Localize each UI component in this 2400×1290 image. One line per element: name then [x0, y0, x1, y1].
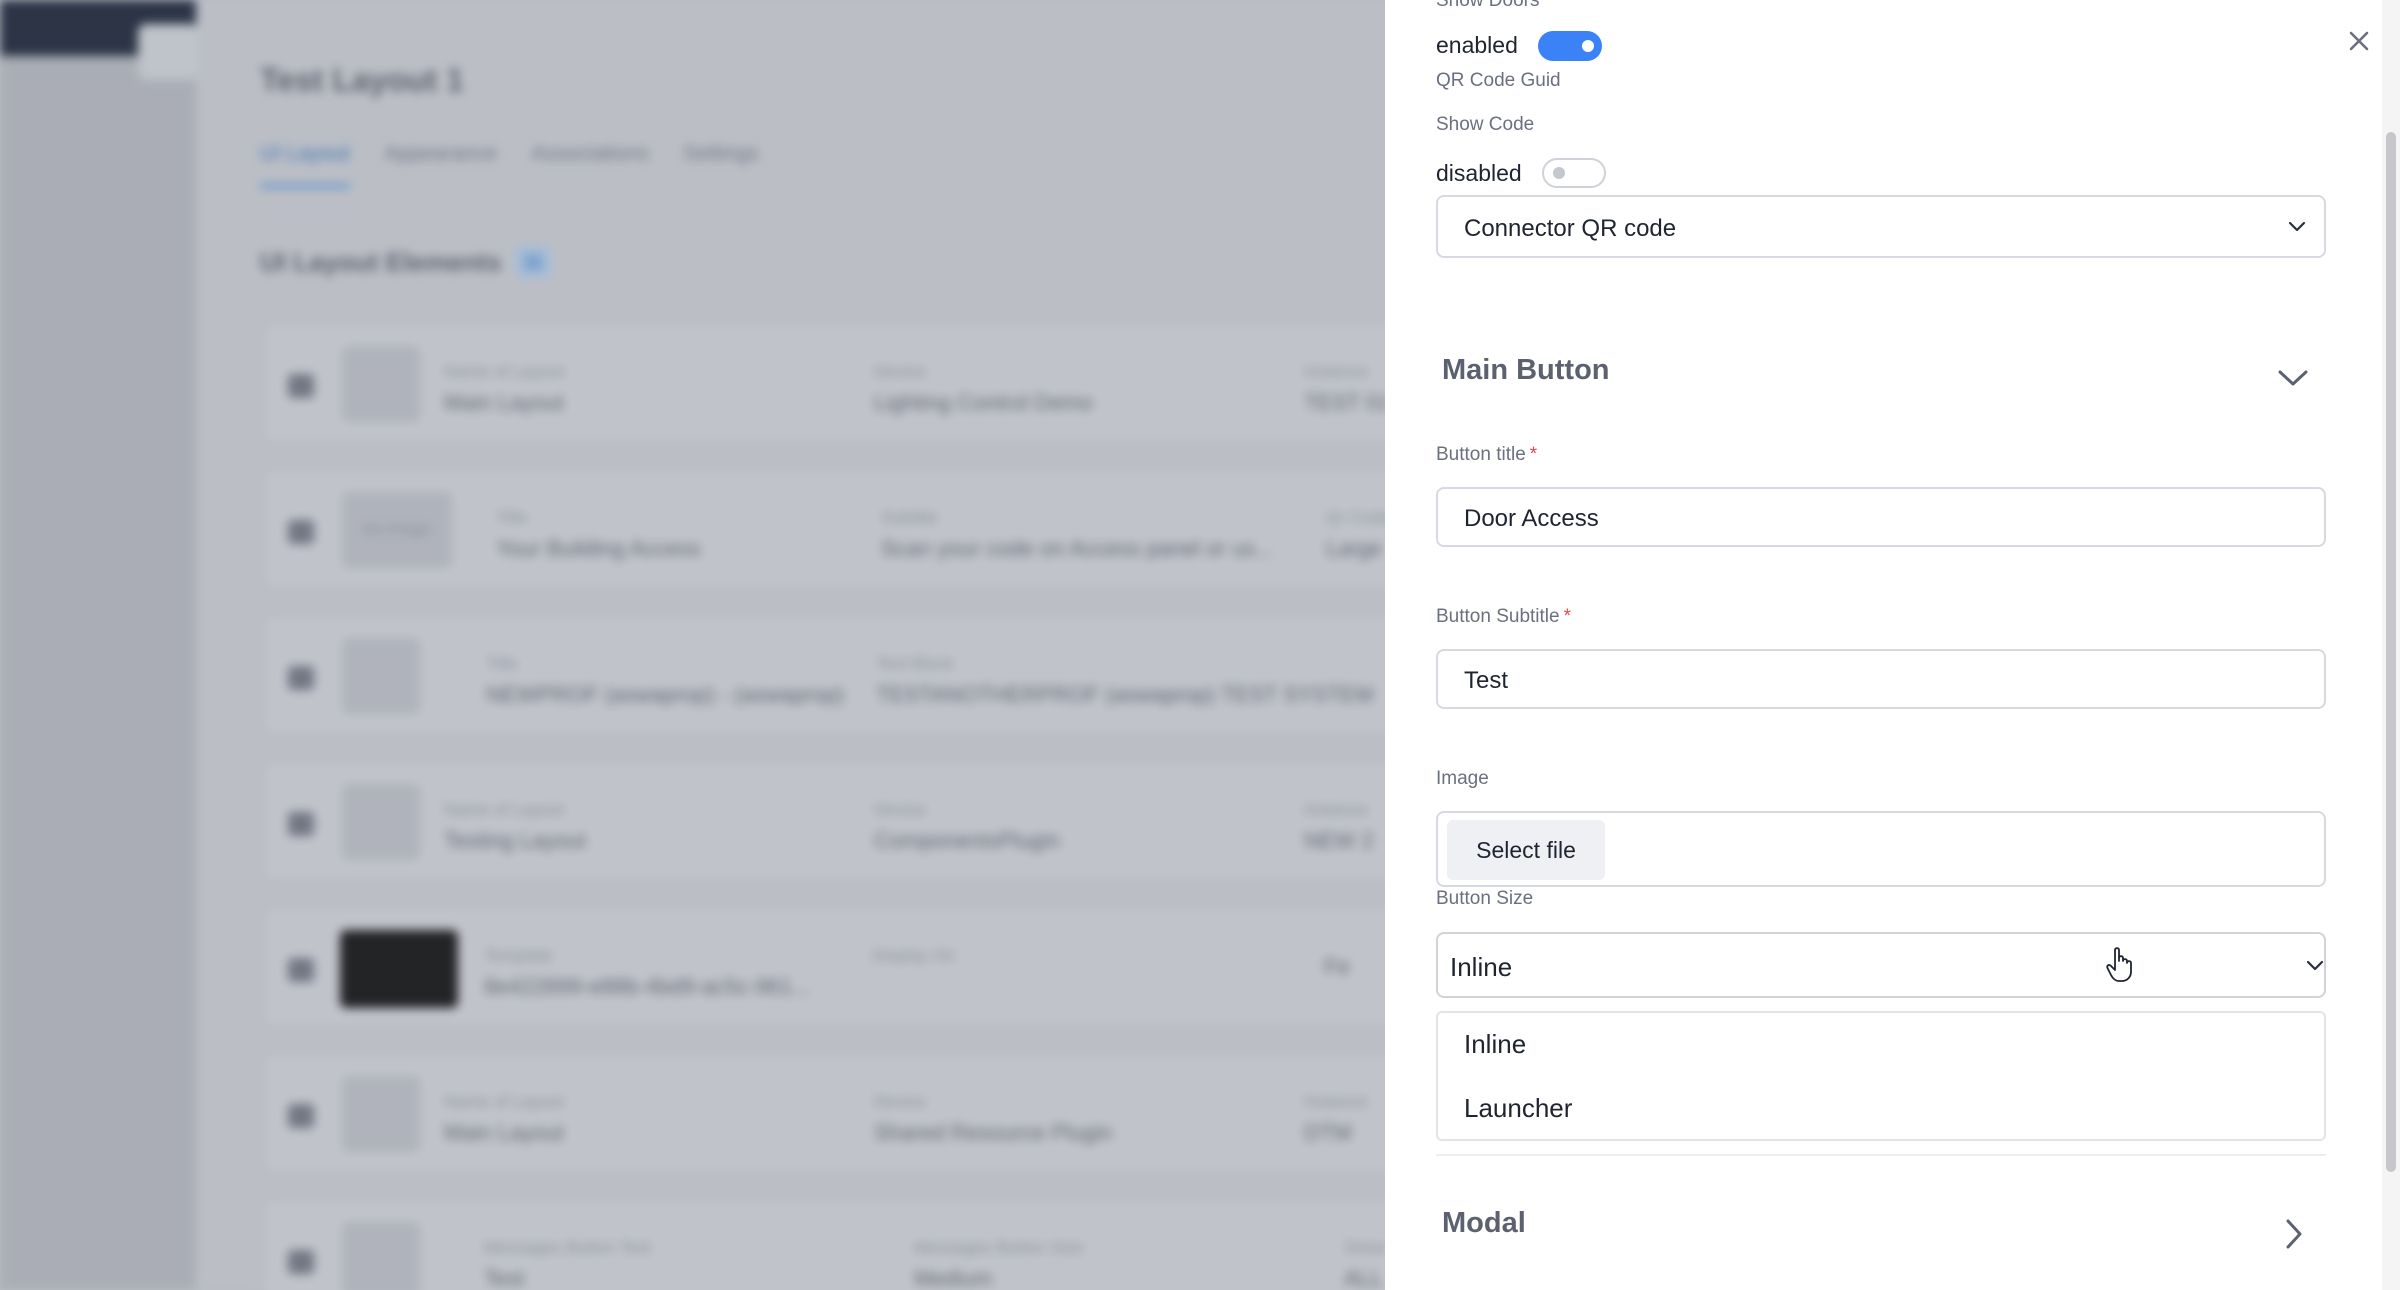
dropdown-option-launcher[interactable]: Launcher — [1464, 1093, 1572, 1124]
button-size-value: Inline — [1450, 952, 1513, 982]
button-size-dropdown-menu: Inline Launcher — [1436, 1011, 2326, 1141]
button-subtitle-label: Button Subtitle * — [1436, 606, 1571, 627]
dropdown-option-inline[interactable]: Inline — [1464, 1029, 1526, 1060]
modal-section-title[interactable]: Modal — [1442, 1207, 1526, 1240]
modal-overlay[interactable] — [0, 0, 1385, 1290]
chevron-right-icon[interactable] — [2281, 1216, 2307, 1252]
show-doors-label: Show Doors — [1436, 0, 1540, 11]
show-code-state: disabled — [1436, 160, 1522, 186]
qr-code-select-value: Connector QR code — [1464, 215, 1677, 242]
button-title-value: Door Access — [1464, 505, 1599, 532]
close-icon[interactable] — [2346, 28, 2372, 54]
show-code-label: Show Code — [1436, 114, 1535, 135]
button-subtitle-input[interactable]: Test — [1436, 649, 2326, 709]
button-size-select[interactable]: Inline — [1436, 932, 2326, 998]
scrollbar-thumb[interactable] — [2386, 132, 2396, 1172]
show-doors-state: enabled — [1436, 32, 1518, 58]
button-subtitle-value: Test — [1464, 667, 1509, 694]
cursor-hand-icon — [2106, 947, 2132, 982]
qr-code-select[interactable]: Connector QR code — [1436, 195, 2326, 258]
image-label: Image — [1436, 768, 1489, 789]
chevron-down-icon — [2306, 960, 2324, 971]
chevron-down-icon[interactable] — [2275, 366, 2311, 390]
select-file-button[interactable]: Select file — [1447, 820, 1605, 880]
show-code-toggle[interactable] — [1542, 158, 1606, 188]
button-title-label: Button title * — [1436, 444, 1538, 465]
button-title-input[interactable]: Door Access — [1436, 487, 2326, 547]
button-size-label: Button Size — [1436, 888, 1534, 909]
chevron-down-icon — [2288, 221, 2306, 232]
show-doors-toggle[interactable] — [1538, 31, 1602, 61]
edit-element-drawer: Show Doors enabled QR Code Guid Show Cod… — [1385, 0, 2400, 1290]
image-file-input[interactable]: Select file — [1436, 811, 2326, 887]
section-divider — [1436, 1154, 2326, 1156]
main-button-section-title[interactable]: Main Button — [1442, 354, 1610, 387]
qr-code-guid-label: QR Code Guid — [1436, 70, 1561, 91]
